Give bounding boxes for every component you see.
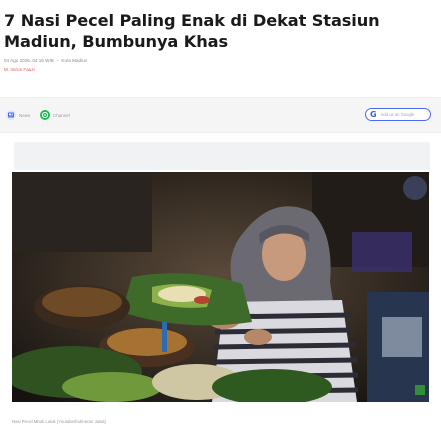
- article-title: 7 Nasi Pecel Paling Enak di Dekat Stasiu…: [4, 11, 380, 51]
- google-icon: G: [370, 109, 377, 119]
- news-label: News: [19, 112, 31, 118]
- news-badge[interactable]: News: [6, 110, 30, 120]
- location-link[interactable]: Kota Madiun: [61, 58, 87, 63]
- article-meta: 04 Agu 2026, 04:16 WIB • Kota Madiun: [4, 58, 87, 63]
- article-photo: [12, 172, 429, 402]
- channel-icon: [40, 110, 50, 120]
- author-link[interactable]: M. Imron Fauzi: [4, 67, 35, 72]
- channel-label: Channel: [53, 112, 70, 118]
- google-button-label: Add us on Google: [380, 112, 415, 117]
- photo-caption: Nasi Pecel Mbok Luluk (Youtube/Kulineran…: [12, 419, 106, 424]
- news-icon: [6, 110, 16, 120]
- channel-badge[interactable]: Channel: [40, 110, 70, 120]
- ad-placeholder: [14, 142, 430, 170]
- share-bar: News Channel G Add us on Google: [0, 97, 441, 133]
- publish-date: 04 Agu 2026, 04:16 WIB: [4, 58, 54, 63]
- add-us-on-google-button[interactable]: G Add us on Google: [365, 108, 431, 121]
